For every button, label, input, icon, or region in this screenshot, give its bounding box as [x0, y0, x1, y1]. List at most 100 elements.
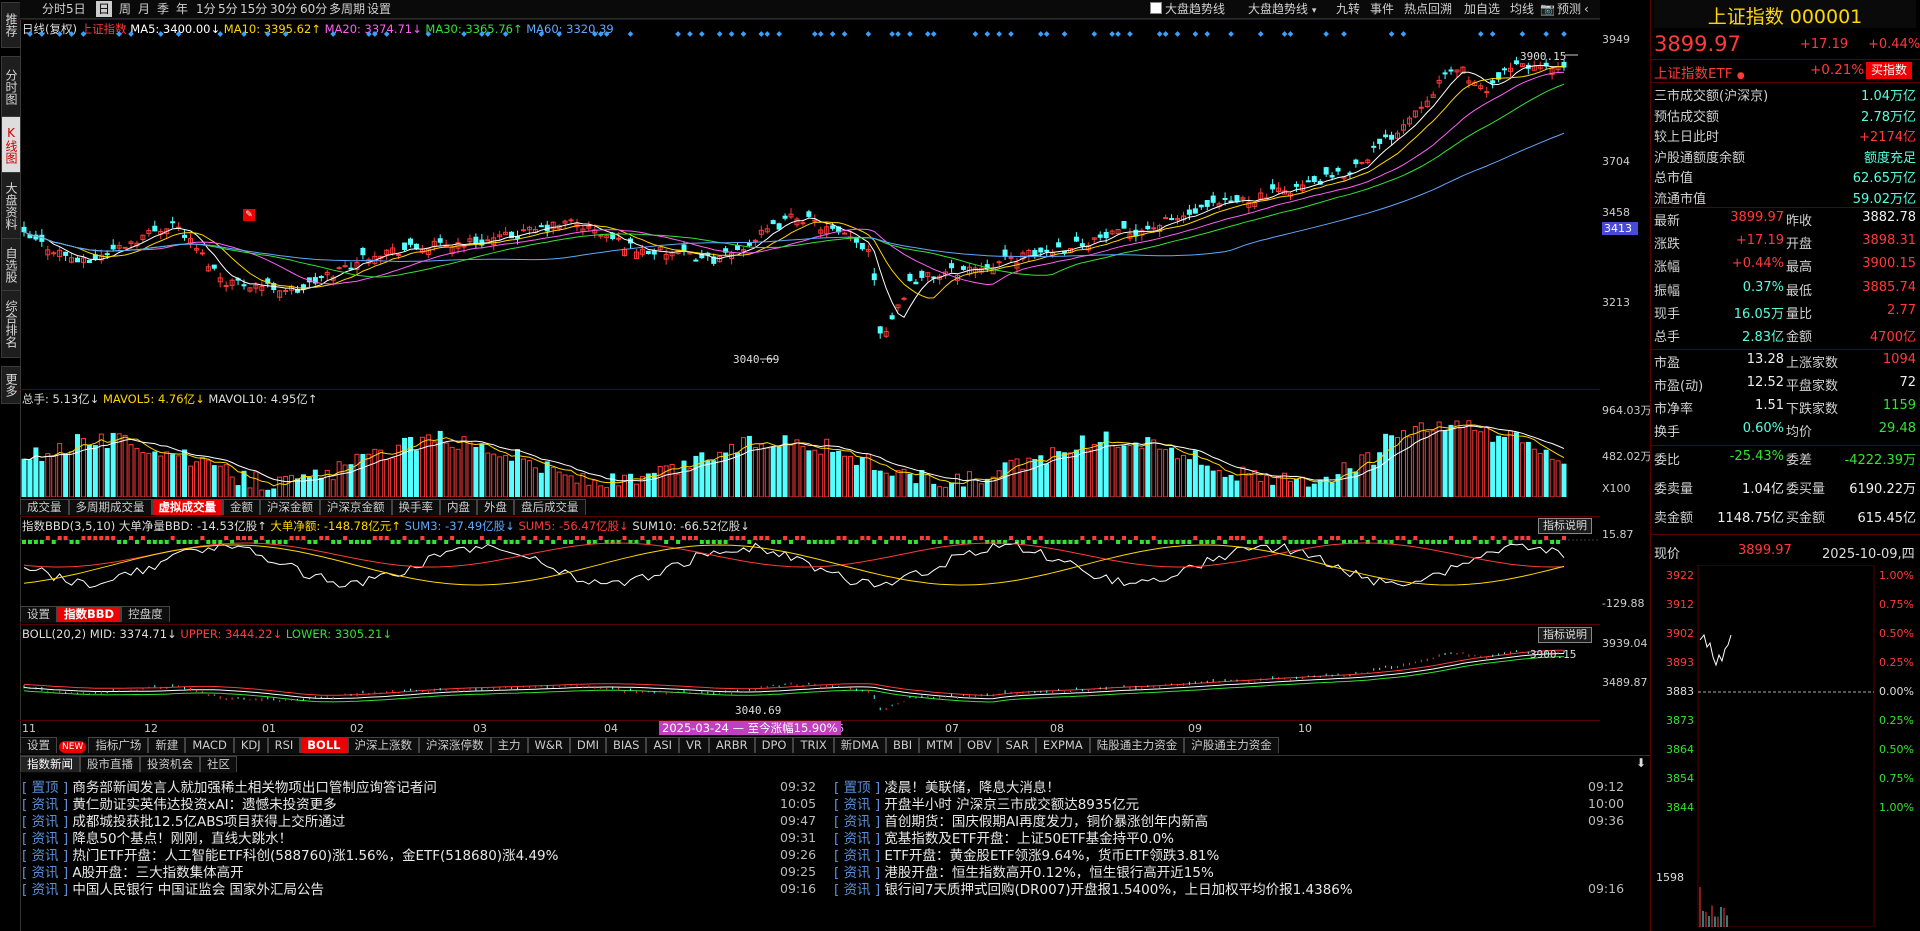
indicator-tab-20[interactable]: MTM — [919, 737, 960, 753]
indicator-tab-3[interactable]: MACD — [185, 737, 234, 753]
event-button[interactable]: 事件 — [1370, 1, 1394, 17]
indicator-tab-6[interactable]: BOLL — [300, 737, 348, 753]
news-title[interactable]: A股开盘：三大指数集体高开 — [72, 865, 243, 881]
news-tab-2[interactable]: 投资机会 — [140, 756, 200, 772]
volume-tab-7[interactable]: 内盘 — [440, 499, 477, 515]
period-5[interactable]: 季 — [155, 1, 171, 17]
period-7[interactable]: 1分 — [194, 1, 218, 17]
camera-icon[interactable]: 📷 — [1540, 1, 1555, 17]
volume-tab-4[interactable]: 沪深金额 — [260, 499, 320, 515]
indicator-tab-19[interactable]: BBI — [885, 737, 920, 753]
forecast-button[interactable]: 预测 — [1557, 1, 1581, 17]
download-icon[interactable]: ⬇ — [1636, 756, 1646, 770]
news-item[interactable]: [ 资讯 ] 银行间7天质押式回购(DR007)开盘报1.5400%，上日加权平… — [834, 881, 1353, 900]
tab-market-data[interactable]: 大盘资料 — [1, 172, 21, 240]
indicator-tab-17[interactable]: TRIX — [793, 737, 834, 753]
news-title[interactable]: 降息50个基点！刚刚，直线大跳水！ — [72, 831, 292, 847]
period-4[interactable]: 月 — [136, 1, 152, 17]
volume-tab-0[interactable]: 成交量 — [20, 499, 69, 515]
signal-marker — [371, 31, 378, 37]
indicator-tab-24[interactable]: 陆股通主力资金 — [1089, 737, 1185, 753]
trend-line-toggle-2[interactable]: 大盘趋势线 ▾ — [1248, 1, 1316, 17]
period-3[interactable]: 周 — [117, 1, 133, 17]
bbd-tab-2[interactable]: 控盘度 — [121, 606, 170, 622]
period-11[interactable]: 60分 — [298, 1, 329, 17]
news-tab-1[interactable]: 股市直播 — [80, 756, 140, 772]
period-6[interactable]: 年 — [174, 1, 190, 17]
indicator-tab-10[interactable]: W&R — [527, 737, 570, 753]
tab-recommend[interactable]: 推荐 — [1, 2, 21, 48]
news-title[interactable]: 热门ETF开盘：人工智能ETF科创(588760)涨1.56%，金ETF(518… — [72, 848, 558, 864]
tab-more[interactable]: 更多 — [1, 366, 21, 404]
news-title[interactable]: 银行间7天质押式回购(DR007)开盘报1.5400%，上日加权平均价报1.43… — [884, 882, 1352, 898]
volume-tab-9[interactable]: 盘后成交量 — [514, 499, 586, 515]
add-watchlist-button[interactable]: 加自选 — [1464, 1, 1500, 17]
indicator-tab-2[interactable]: 新建 — [148, 737, 186, 753]
news-title[interactable]: 开盘半小时 沪深京三市成交额达8935亿元 — [884, 797, 1139, 813]
kline-chart[interactable] — [20, 19, 1600, 389]
news-title[interactable]: 中国人民银行 中国证监会 国家外汇局公告 — [72, 882, 324, 898]
tab-timeshare[interactable]: 分时图 — [1, 56, 21, 118]
tab-watchlist[interactable]: 自选股 — [1, 238, 21, 292]
indicator-tab-0[interactable]: 设置 — [20, 737, 57, 753]
period-10[interactable]: 30分 — [268, 1, 299, 17]
boll-chart[interactable] — [20, 640, 1600, 720]
indicator-tab-5[interactable]: RSI — [267, 737, 301, 753]
ma-button[interactable]: 均线 — [1510, 1, 1534, 17]
volume-tab-2[interactable]: 虚拟成交量 — [151, 499, 223, 515]
indicator-tab-13[interactable]: ASI — [646, 737, 680, 753]
volume-tab-6[interactable]: 换手率 — [391, 499, 440, 515]
volume-tab-1[interactable]: 多周期成交量 — [68, 499, 152, 515]
tab-kline[interactable]: K线图 — [1, 116, 21, 174]
news-title[interactable]: 宽基指数及ETF开盘：上证50ETF基金持平0.0% — [884, 831, 1174, 847]
intraday-mini-chart[interactable]: 3922 1.00% 3912 0.75% 3902 0.50% 3893 0.25% 3883… — [1654, 565, 1916, 927]
volume-tab-3[interactable]: 金额 — [223, 499, 260, 515]
indicator-tab-21[interactable]: OBV — [959, 737, 999, 753]
volume-tab-8[interactable]: 外盘 — [477, 499, 514, 515]
hotspot-review-button[interactable]: 热点回溯 — [1404, 1, 1452, 17]
indicator-tab-14[interactable]: VR — [679, 737, 709, 753]
news-title[interactable]: ETF开盘：黄金股ETF领涨9.64%，货币ETF领跌3.81% — [884, 848, 1219, 864]
news-title[interactable]: 成都城投获批12.5亿ABS项目获得上交所通过 — [72, 814, 345, 830]
indicator-tab-12[interactable]: BIAS — [606, 737, 647, 753]
indicator-tab-15[interactable]: ARBR — [708, 737, 755, 753]
bbd-tab-1[interactable]: 指数BBD — [57, 606, 122, 622]
indicator-tab-9[interactable]: 主力 — [490, 737, 528, 753]
collapse-icon[interactable]: ‹ — [1584, 1, 1589, 17]
news-title[interactable]: 商务部新闻发言人就加强稀土相关物项出口管制应询答记者问 — [72, 780, 437, 796]
indicator-tab-8[interactable]: 沪深涨停数 — [419, 737, 491, 753]
bbd-chart[interactable] — [20, 530, 1600, 605]
buy-index-button[interactable]: 买指数 — [1866, 62, 1913, 79]
volume-tab-5[interactable]: 沪深京金额 — [320, 499, 392, 515]
trend-line-toggle-1[interactable]: 大盘趋势线 — [1150, 1, 1225, 17]
indicator-tab-25[interactable]: 沪股通主力资金 — [1184, 737, 1279, 753]
indicator-tab-7[interactable]: 沪深上涨数 — [347, 737, 419, 753]
news-item[interactable]: [ 资讯 ] 中国人民银行 中国证监会 国家外汇局公告 — [22, 881, 324, 900]
news-tab-0[interactable]: 指数新闻 — [20, 756, 80, 772]
news-title[interactable]: 港股开盘：恒生指数高开0.12%，恒生银行高开近15% — [884, 865, 1213, 881]
tab-ranking[interactable]: 综合排名 — [1, 290, 21, 358]
news-title[interactable]: 黄仁勋证实英伟达投资xAI：遗憾未投资更多 — [72, 797, 336, 813]
bbd-tab-0[interactable]: 设置 — [20, 606, 57, 622]
checkbox-icon[interactable] — [1150, 2, 1162, 14]
indicator-tab-16[interactable]: DPO — [754, 737, 794, 753]
news-title[interactable]: 首创期货：国庆假期AI再度发力，铜价暴涨创年内新高 — [884, 814, 1208, 830]
period-12[interactable]: 多周期 — [327, 1, 367, 17]
indicator-tab-18[interactable]: 新DMA — [833, 737, 886, 753]
period-8[interactable]: 5分 — [216, 1, 240, 17]
volume-chart[interactable] — [20, 404, 1600, 497]
indicator-tab-1[interactable]: 指标广场 — [88, 737, 149, 753]
indicator-tab-11[interactable]: DMI — [569, 737, 607, 753]
indicator-tab-23[interactable]: EXPMA — [1035, 737, 1090, 753]
period-1[interactable]: 5日 — [64, 1, 88, 17]
period-2[interactable]: 日 — [96, 1, 113, 17]
indicator-tab-4[interactable]: KDJ — [233, 737, 268, 753]
indicator-tab-22[interactable]: SAR — [998, 737, 1036, 753]
news-title[interactable]: 凌晨！美联储，降息大消息！ — [884, 780, 1060, 796]
period-9[interactable]: 15分 — [238, 1, 269, 17]
etf-link[interactable]: 上证指数ETF ● — [1654, 62, 1745, 82]
edit-icon[interactable]: ✎ — [243, 209, 255, 221]
period-13[interactable]: 设置 — [365, 1, 393, 17]
news-tab-3[interactable]: 社区 — [200, 756, 237, 772]
nine-turn-button[interactable]: 九转 — [1336, 1, 1360, 17]
